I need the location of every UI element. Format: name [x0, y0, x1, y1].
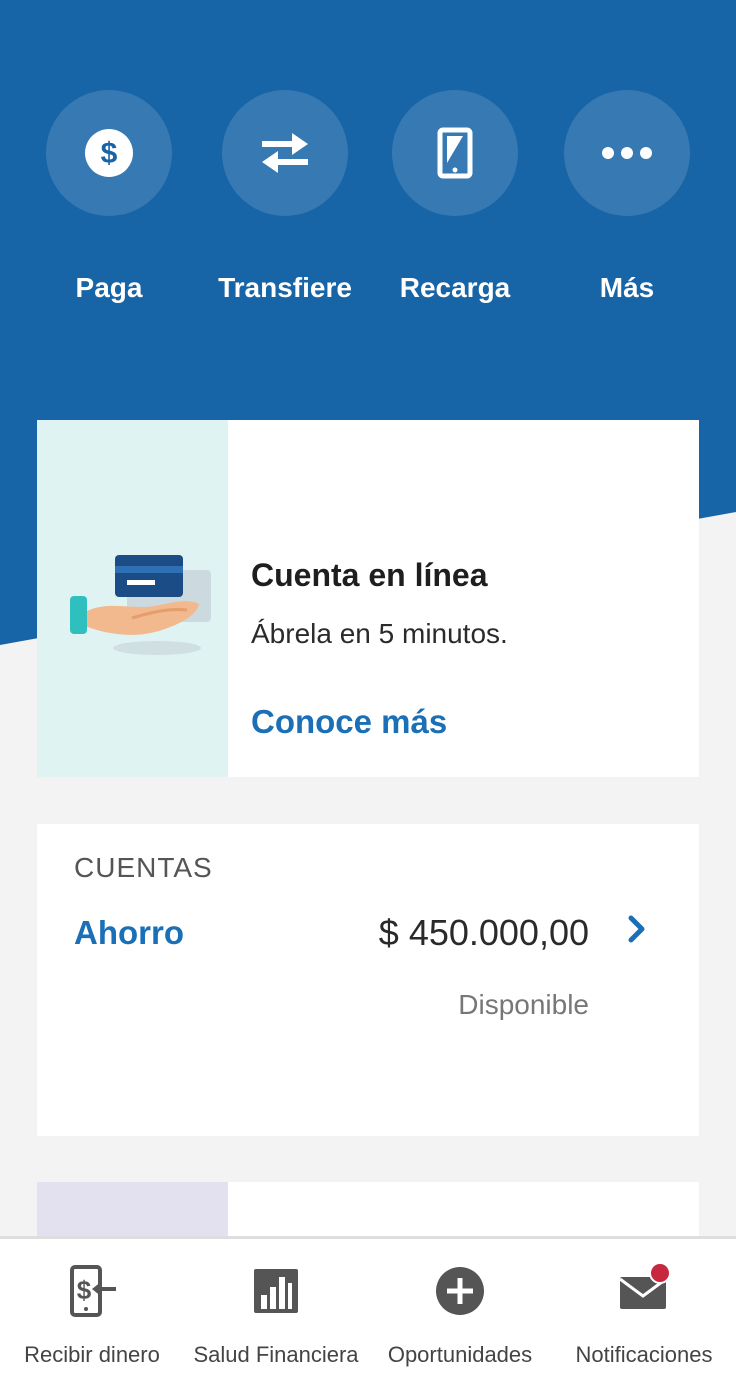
quick-action-transfer[interactable]: Transfiere	[218, 90, 352, 304]
more-button[interactable]	[564, 90, 690, 216]
account-row-savings[interactable]: Ahorro $ 450.000,00 Disponible	[37, 904, 699, 1024]
nav-opportunities-label: Oportunidades	[387, 1342, 533, 1367]
nav-financial-health-label: Salud Financiera	[193, 1342, 359, 1367]
nav-opportunities[interactable]: Oportunidades	[368, 1239, 552, 1392]
chevron-right-icon[interactable]	[625, 912, 649, 946]
nav-notifications-label: Notificaciones	[575, 1342, 713, 1367]
account-status: Disponible	[458, 989, 589, 1020]
nav-financial-health[interactable]: Salud Financiera	[184, 1239, 368, 1392]
notification-dot	[649, 1263, 671, 1284]
bottom-navigation: $ Recibir dinero Salud Financiera Oportu…	[0, 1236, 736, 1392]
quick-action-more[interactable]: Más	[564, 90, 690, 304]
bar-chart-icon	[254, 1269, 298, 1313]
phone-icon	[437, 127, 473, 179]
promo-subtitle: Ábrela en 5 minutos.	[251, 618, 508, 649]
mail-icon	[619, 1263, 671, 1309]
svg-text:$: $	[101, 137, 118, 170]
promo-illustration	[37, 420, 228, 777]
more-label: Más	[599, 272, 655, 303]
next-card-illustration	[37, 1182, 228, 1242]
svg-text:$: $	[77, 1275, 92, 1305]
more-dots-icon	[602, 147, 652, 159]
quick-action-pay[interactable]: $ Paga	[46, 90, 172, 304]
receive-money-icon: $	[70, 1265, 116, 1317]
quick-action-recharge[interactable]: Recarga	[392, 90, 518, 304]
accounts-card: CUENTAS Ahorro $ 450.000,00 Disponible	[37, 824, 699, 1136]
nav-receive-money-label: Recibir dinero	[24, 1342, 160, 1367]
promo-card[interactable]: Cuenta en línea Ábrela en 5 minutos. Con…	[37, 420, 699, 777]
hand-card-icon	[70, 555, 211, 655]
nav-receive-money[interactable]: $ Recibir dinero	[0, 1239, 184, 1392]
next-card	[37, 1182, 699, 1242]
accounts-section-title: CUENTAS	[74, 852, 213, 883]
plus-circle-icon	[436, 1267, 484, 1315]
nav-notifications[interactable]: Notificaciones	[552, 1239, 736, 1392]
promo-learn-more-link[interactable]: Conoce más	[251, 703, 447, 741]
recharge-button[interactable]	[392, 90, 518, 216]
promo-title: Cuenta en línea	[251, 557, 488, 593]
account-amount: $ 450.000,00	[378, 912, 589, 953]
account-name: Ahorro	[74, 914, 184, 951]
transfer-arrows-icon	[262, 133, 308, 173]
pay-button[interactable]: $	[46, 90, 172, 216]
transfer-button[interactable]	[222, 90, 348, 216]
dollar-icon: $	[85, 129, 133, 177]
